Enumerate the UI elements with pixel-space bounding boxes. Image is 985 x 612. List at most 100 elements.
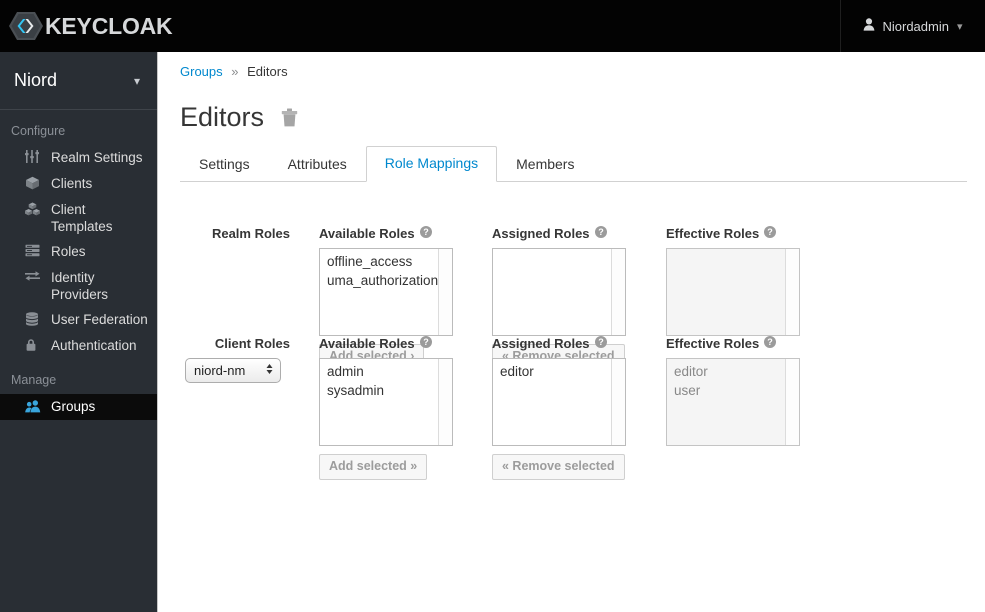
label-text: Effective Roles (666, 226, 760, 241)
sidebar-item-label: Roles (51, 244, 86, 259)
sidebar-item-realm-settings[interactable]: Realm Settings (0, 145, 157, 171)
sidebar-item-label: Groups (51, 399, 96, 414)
label-text: Assigned Roles (492, 226, 590, 241)
realm-selector[interactable]: Niord ▾ (0, 52, 157, 110)
stepper-arrows-icon (265, 362, 274, 379)
help-circle-icon[interactable]: ? (419, 226, 432, 241)
client-available-roles-listbox[interactable]: admin sysadmin (319, 358, 453, 446)
help-circle-icon[interactable]: ? (594, 336, 607, 351)
lock-icon (25, 337, 47, 352)
svg-text:?: ? (423, 337, 429, 347)
user-account-menu[interactable]: Niordadmin ▾ (840, 0, 985, 52)
list-item[interactable]: admin (320, 362, 452, 381)
list-item: user (674, 383, 701, 398)
svg-text:?: ? (767, 337, 773, 347)
tab-members[interactable]: Members (497, 147, 593, 182)
client-effective-roles-listbox: editor user (666, 358, 800, 446)
sidebar-item-label: Authentication (51, 338, 137, 353)
svg-text:?: ? (423, 227, 429, 237)
client-roles-row: Client Roles niord-nm Available Roles ? … (180, 336, 967, 486)
list-item[interactable]: uma_authorization (320, 271, 452, 290)
sidebar-item-label: Identity Providers (51, 270, 109, 302)
client-assigned-roles-listbox[interactable]: editor (492, 358, 626, 446)
database-icon (25, 311, 47, 326)
client-available-roles-label: Available Roles ? (319, 336, 432, 351)
sidebar-item-authentication[interactable]: Authentication (0, 333, 157, 359)
client-select-value: niord-nm (194, 363, 246, 378)
scrollbar[interactable] (611, 249, 625, 335)
realm-effective-roles-label: Effective Roles ? (666, 226, 777, 241)
nav-section-heading-manage: Manage (11, 373, 57, 387)
list-item[interactable]: offline_access (320, 252, 452, 271)
label-text: Assigned Roles (492, 336, 590, 351)
help-circle-icon[interactable]: ? (594, 226, 607, 241)
cubes-icon (25, 201, 47, 216)
tab-attributes[interactable]: Attributes (269, 147, 366, 182)
realm-name-label: Niord (14, 70, 58, 90)
user-name-label: Niordadmin (882, 18, 949, 34)
sidebar-item-label: Client Templates (51, 202, 113, 234)
sidebar-item-groups[interactable]: Groups (0, 394, 157, 420)
nav-section-heading-configure: Configure (11, 124, 66, 138)
scrollbar[interactable] (438, 359, 452, 445)
brand-name: KEYCLOAK (45, 12, 173, 39)
breadcrumb-current: Editors (247, 64, 288, 79)
help-circle-icon[interactable]: ? (764, 226, 777, 241)
tab-settings[interactable]: Settings (180, 147, 269, 182)
realm-effective-roles-listbox (666, 248, 800, 336)
realm-assigned-roles-listbox[interactable] (492, 248, 626, 336)
page-header: Editors (180, 100, 967, 134)
label-text: Available Roles (319, 226, 415, 241)
realm-roles-label: Realm Roles (211, 226, 290, 241)
sidebar-navigation: Niord ▾ Configure Realm Settings Clients (0, 52, 158, 612)
sidebar-item-identity-providers[interactable]: Identity Providers (0, 265, 157, 307)
brand-logo-link[interactable]: KEYCLOAK (0, 0, 173, 52)
breadcrumb-link-groups[interactable]: Groups (180, 64, 223, 79)
sidebar-item-label: User Federation (51, 312, 148, 327)
breadcrumb: Groups » Editors (180, 52, 967, 79)
scrollbar[interactable] (438, 249, 452, 335)
label-text: Available Roles (319, 336, 415, 351)
server-icon (25, 243, 47, 257)
tab-bar: Settings Attributes Role Mappings Member… (180, 146, 967, 182)
svg-text:?: ? (598, 337, 604, 347)
client-select[interactable]: niord-nm (185, 358, 281, 383)
realm-assigned-roles-label: Assigned Roles ? (492, 226, 607, 241)
sidebar-item-label: Clients (51, 176, 93, 191)
realm-available-roles-listbox[interactable]: offline_access uma_authorization (319, 248, 453, 336)
help-circle-icon[interactable]: ? (419, 336, 432, 351)
tab-role-mappings[interactable]: Role Mappings (365, 146, 498, 182)
client-effective-roles-label: Effective Roles ? (666, 336, 777, 351)
scrollbar (785, 359, 799, 445)
list-item[interactable]: editor (493, 362, 625, 381)
scrollbar[interactable] (611, 359, 625, 445)
scrollbar (785, 249, 799, 335)
sidebar-item-roles[interactable]: Roles (0, 239, 157, 265)
breadcrumb-separator-icon: » (231, 64, 239, 79)
cube-icon (25, 175, 47, 190)
client-roles-label: Client Roles (214, 336, 290, 351)
list-item: editor (674, 364, 708, 379)
page-title: Editors (180, 101, 265, 132)
client-assigned-roles-label: Assigned Roles ? (492, 336, 607, 351)
top-navigation-bar: KEYCLOAK Niordadmin ▾ (0, 0, 985, 52)
list-item[interactable]: sysadmin (320, 381, 452, 400)
svg-text:?: ? (598, 227, 604, 237)
help-circle-icon[interactable]: ? (764, 336, 777, 351)
add-selected-client-button[interactable]: Add selected » (319, 454, 428, 480)
chevron-down-icon: ▾ (956, 20, 963, 33)
sidebar-item-client-templates[interactable]: Client Templates (0, 197, 157, 239)
svg-text:?: ? (767, 227, 773, 237)
trash-icon[interactable] (281, 108, 298, 130)
keycloak-logo-icon (8, 10, 44, 42)
sidebar-item-clients[interactable]: Clients (0, 171, 157, 197)
realm-available-roles-label: Available Roles ? (319, 226, 432, 241)
realm-roles-row: Realm Roles Available Roles ? offline_ac… (180, 182, 967, 370)
remove-selected-client-button[interactable]: « Remove selected (492, 454, 625, 480)
chevron-down-icon: ▾ (133, 73, 140, 88)
sidebar-item-label: Realm Settings (51, 150, 143, 165)
users-icon (25, 398, 47, 413)
user-icon (863, 18, 875, 34)
sidebar-item-user-federation[interactable]: User Federation (0, 307, 157, 333)
main-content: Groups » Editors Editors Settings Attrib… (158, 52, 985, 612)
